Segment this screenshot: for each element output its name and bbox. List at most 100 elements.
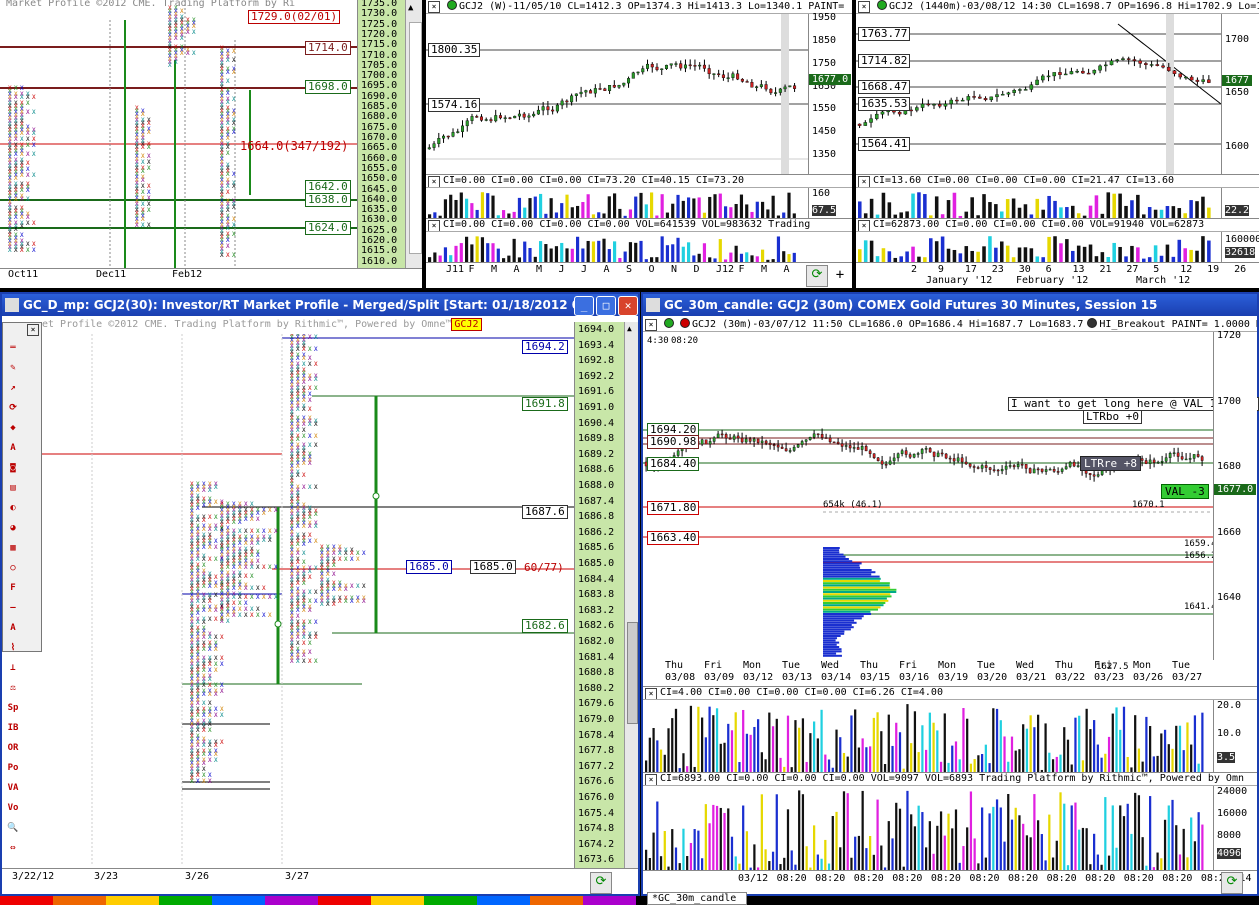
ib-tool-icon[interactable]: IB — [4, 719, 22, 737]
color-swatch[interactable] — [371, 896, 424, 905]
doc-tool-icon[interactable]: ▤ — [4, 479, 22, 497]
va-tool-icon[interactable]: VA — [4, 779, 22, 797]
date-label: 03/14 — [821, 672, 852, 683]
pencil-tool-icon[interactable]: ✎ — [4, 359, 22, 377]
add-button[interactable]: + — [830, 265, 850, 285]
window-titlebar[interactable]: GC_D_mp: GCJ2(30): Investor/RT Market Pr… — [2, 294, 638, 316]
volume-bar — [1193, 715, 1197, 772]
chart-tool-icon[interactable]: ⌇ — [4, 639, 22, 657]
close-icon[interactable]: × — [858, 1, 870, 13]
candle-chart-window: GC_30m_candle: GCJ2 (30m) COMEX Gold Fut… — [641, 292, 1259, 896]
volume-bar — [591, 241, 596, 262]
poc-tool-icon[interactable]: Po — [4, 759, 22, 777]
color-swatch[interactable] — [106, 896, 159, 905]
x-label: M — [536, 264, 543, 275]
color-swatch[interactable] — [318, 896, 371, 905]
color-swatch[interactable] — [0, 896, 53, 905]
close-icon[interactable]: × — [428, 220, 440, 231]
color-swatch[interactable] — [477, 896, 530, 905]
tpo-letter: X — [214, 667, 218, 674]
last-price-tag: 1677.0 — [1214, 484, 1257, 495]
arrow-tool-icon[interactable]: ↗ — [4, 379, 22, 397]
text-tool-icon[interactable]: A — [4, 439, 22, 457]
close-button[interactable]: ✕ — [618, 296, 638, 316]
close-icon[interactable]: × — [27, 324, 39, 336]
volume-bar — [1007, 793, 1010, 870]
close-icon[interactable]: × — [428, 1, 440, 13]
tpo-letter: X — [232, 519, 236, 526]
candle — [926, 99, 931, 107]
volume-bar — [827, 759, 831, 772]
color-swatch[interactable] — [212, 896, 265, 905]
color-swatch[interactable] — [424, 896, 477, 905]
refresh-button[interactable]: ⟳ — [590, 872, 612, 894]
zoom-tool-icon[interactable]: 🔍 — [4, 819, 22, 837]
scrollbar[interactable]: ▲ — [624, 322, 638, 868]
close-icon[interactable]: × — [858, 220, 870, 231]
color-swatch[interactable] — [53, 896, 106, 905]
fib-tool-icon[interactable]: F — [4, 579, 22, 597]
color-swatch[interactable] — [265, 896, 318, 905]
close-icon[interactable]: × — [645, 774, 657, 785]
volume-profile-bar — [823, 571, 876, 574]
vavo-tool-icon[interactable]: Vo — [4, 799, 22, 817]
window-titlebar[interactable]: GC_30m_candle: GCJ2 (30m) COMEX Gold Fut… — [643, 294, 1257, 316]
move-tool-icon[interactable]: ⇔ — [4, 839, 22, 857]
status-dot-icon — [664, 318, 674, 328]
oval-tool-icon[interactable]: ○ — [4, 559, 22, 577]
scale-tool-icon[interactable]: ⚖ — [4, 679, 22, 697]
tpo-letter: X — [214, 484, 218, 491]
candle — [716, 430, 720, 438]
close-icon[interactable]: × — [858, 176, 870, 187]
x-label: Oct11 — [8, 269, 39, 280]
tpo-letter: X — [135, 222, 139, 229]
status-dot-icon — [877, 0, 887, 10]
candle — [824, 433, 828, 439]
grid-tool-icon[interactable]: ▦ — [4, 539, 22, 557]
minimize-button[interactable]: _ — [574, 296, 594, 316]
volume-bar — [1059, 792, 1062, 870]
alert-tool-icon[interactable]: A — [4, 619, 22, 637]
close-icon[interactable]: × — [645, 319, 657, 331]
volume-bar — [760, 752, 763, 772]
refresh-button[interactable]: ⟳ — [806, 265, 828, 287]
volume-bar — [969, 763, 973, 772]
hline-tool-icon[interactable]: — — [4, 599, 22, 617]
volume-bar — [652, 728, 655, 772]
maximize-button[interactable]: □ — [596, 296, 616, 316]
close-icon[interactable]: × — [428, 176, 440, 187]
camera-tool-icon[interactable]: ◙ — [4, 459, 22, 477]
line-tool-icon[interactable]: ═ — [4, 339, 22, 357]
close-icon[interactable]: × — [645, 688, 657, 699]
volume-bar — [1137, 795, 1141, 870]
scale-tick: 1687.4 — [578, 495, 615, 507]
volume-bar — [839, 847, 842, 870]
refresh-tool-icon[interactable]: ⟳ — [4, 399, 22, 417]
color-swatch[interactable] — [159, 896, 212, 905]
tpo-letter: X — [32, 220, 36, 227]
pie-tool-icon[interactable]: ◕ — [4, 519, 22, 537]
circle-tool-icon[interactable]: ◐ — [4, 499, 22, 517]
candle — [840, 439, 844, 452]
scale-tick: 1681.4 — [578, 651, 615, 663]
color-swatch[interactable] — [583, 896, 636, 905]
order-tool-icon[interactable]: OR — [4, 739, 22, 757]
shape-tool-icon[interactable]: ◆ — [4, 419, 22, 437]
speed-tool-icon[interactable]: Sp — [4, 699, 22, 717]
volume-bar — [1136, 194, 1140, 218]
volume-bar — [480, 237, 485, 262]
candle — [560, 98, 564, 110]
candle — [1104, 61, 1108, 72]
level-tool-icon[interactable]: ⊥ — [4, 659, 22, 677]
tpo-letter: X — [196, 505, 200, 512]
volume-bar — [539, 193, 543, 218]
color-swatch[interactable] — [530, 896, 583, 905]
candle — [1195, 77, 1200, 85]
candle — [949, 97, 953, 109]
refresh-button[interactable]: ⟳ — [1221, 872, 1243, 894]
taskbar-tab[interactable]: *GC_30m_candle — [647, 892, 747, 905]
volume-bar — [539, 241, 543, 262]
tpo-letter: X — [202, 607, 206, 614]
scrollbar[interactable]: ▲ — [405, 0, 422, 268]
x-label: M — [491, 264, 498, 275]
